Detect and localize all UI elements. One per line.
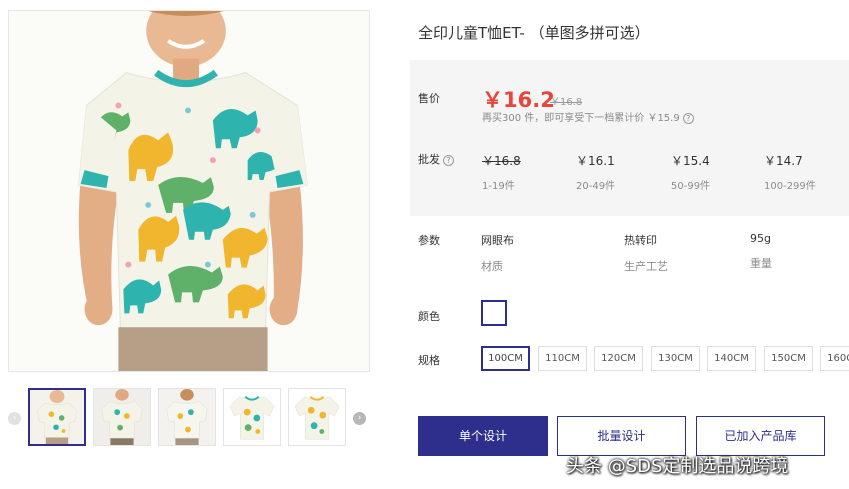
size-option-130[interactable]: 130CM [651, 346, 700, 371]
param-value: 网眼布 [481, 234, 514, 247]
watermark-text: 头条 @SDS定制选品说跨境 [566, 456, 789, 477]
size-option-120[interactable]: 120CM [594, 346, 643, 371]
color-label: 颜色 [418, 310, 440, 323]
thumbnail-5[interactable] [288, 388, 346, 446]
param-material: 网眼布 材质 [481, 232, 514, 274]
tier-quantity: 1-19件 [482, 181, 515, 192]
tier-price: ￥16.8 [482, 154, 521, 168]
param-value: 热转印 [624, 234, 657, 247]
thumbnail-image [30, 390, 84, 444]
size-option-160[interactable]: 160CM [820, 346, 849, 371]
price-tier-note-text: 再买300 件，即可享受下一档累计价 ￥15.9 [482, 113, 680, 124]
param-weight: 95g 重量 [750, 232, 772, 271]
tier-quantity: 50-99件 [671, 181, 711, 192]
batch-design-button[interactable]: 批量设计 [557, 416, 686, 456]
question-circle-icon[interactable]: ? [682, 112, 694, 124]
thumbnail-image [289, 389, 345, 445]
original-price: ￥16.8 [550, 97, 583, 108]
chevron-right-icon[interactable]: › [353, 412, 366, 425]
thumbnail-1[interactable] [28, 388, 86, 446]
question-circle-icon[interactable]: ? [443, 154, 454, 166]
single-design-button[interactable]: 单个设计 [418, 416, 548, 456]
added-to-library-button[interactable]: 已加入产品库 [696, 416, 825, 456]
color-swatch-white[interactable] [481, 300, 507, 326]
thumbnail-strip: ‹ › [8, 388, 370, 448]
size-option-100[interactable]: 100CM [481, 346, 530, 371]
thumbnail-3[interactable] [158, 388, 216, 446]
tier-quantity: 20-49件 [576, 181, 616, 192]
wholesale-tier: ￥15.4 50-99件 [671, 152, 751, 192]
param-value: 95g [750, 232, 771, 245]
tier-price: ￥16.1 [576, 154, 615, 168]
thumbnail-image [224, 389, 280, 445]
param-process: 热转印 生产工艺 [624, 232, 668, 274]
thumbnail-image [94, 389, 150, 445]
params-label: 参数 [418, 234, 440, 247]
product-title: 全印儿童T恤ET- （单图多拼可选） [418, 24, 650, 42]
param-key: 生产工艺 [624, 260, 668, 273]
wholesale-tier: ￥16.1 20-49件 [576, 152, 656, 192]
wholesale-label: 批发? [418, 151, 454, 167]
size-option-150[interactable]: 150CM [764, 346, 813, 371]
size-label: 规格 [418, 354, 440, 367]
param-key: 重量 [750, 257, 772, 270]
kid-tshirt-photo [9, 11, 369, 371]
price-tier-note: 再买300 件，即可享受下一档累计价 ￥15.9? [482, 109, 694, 124]
thumbnail-2[interactable] [93, 388, 151, 446]
tier-price: ￥14.7 [764, 154, 803, 168]
wholesale-tier: ￥14.7 100-299件 [764, 152, 844, 192]
price-panel: 售价 ￥16.2 ￥16.8 再买300 件，即可享受下一档累计价 ￥15.9?… [410, 60, 849, 216]
thumbnail-image [159, 389, 215, 445]
product-main-image [8, 10, 370, 372]
size-option-110[interactable]: 110CM [538, 346, 587, 371]
chevron-left-icon[interactable]: ‹ [8, 412, 21, 425]
param-key: 材质 [481, 260, 503, 273]
size-options: 100CM 110CM 120CM 130CM 140CM 150CM 160C… [481, 346, 849, 372]
wholesale-tier: ￥16.8 1-19件 [482, 152, 562, 192]
tier-price: ￥15.4 [671, 154, 710, 168]
price-label: 售价 [418, 92, 440, 105]
tier-quantity: 100-299件 [764, 181, 816, 192]
thumbnail-4[interactable] [223, 388, 281, 446]
wholesale-label-text: 批发 [418, 153, 440, 166]
size-option-140[interactable]: 140CM [707, 346, 756, 371]
